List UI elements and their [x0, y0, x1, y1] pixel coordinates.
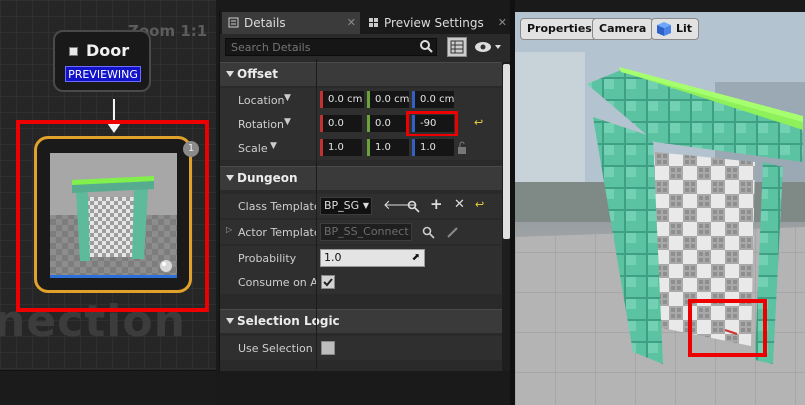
actor-template-value: BP_SS_Connect	[324, 225, 409, 238]
details-icon	[228, 17, 239, 28]
probability-row: Probability 1.0 ⬈	[220, 246, 502, 270]
lit-button[interactable]: Lit	[651, 18, 700, 40]
chevron-down-icon[interactable]: ▼	[284, 117, 291, 127]
add-icon[interactable]: +	[430, 195, 443, 213]
consume-label: Consume on Att	[238, 276, 316, 289]
probability-value: 1.0	[324, 251, 342, 264]
graph-bottom-bar	[0, 370, 216, 405]
rotation-x-field[interactable]: 0.0	[320, 115, 362, 132]
tab-details-label: Details	[244, 16, 286, 30]
rotation-y-field[interactable]: 0.0	[367, 115, 409, 132]
location-y-field[interactable]: 0.0 cm	[367, 91, 409, 108]
tab-preview-label: Preview Settings	[384, 16, 484, 30]
search-input[interactable]	[225, 38, 437, 56]
scale-label: Scale	[238, 142, 268, 155]
collapse-arrow-icon	[226, 318, 234, 324]
camera-button[interactable]: Camera	[592, 18, 654, 40]
use-selection-row: Use Selection L	[220, 336, 502, 360]
lit-label: Lit	[676, 22, 693, 35]
previewing-badge: PREVIEWING	[65, 66, 141, 82]
collapse-arrow-icon	[226, 175, 234, 181]
dungeon-title: Dungeon	[237, 171, 298, 185]
class-template-combo[interactable]: BP_SG ▼	[320, 197, 372, 215]
actor-template-label: Actor Template	[238, 226, 316, 239]
tab-bar: Details ✕ Preview Settings ✕	[220, 10, 511, 34]
chevron-down-icon[interactable]: ▼	[270, 141, 277, 151]
class-template-value: BP_SG	[324, 199, 360, 212]
class-template-row: Class Template BP_SG ▼ 🡐 + ✕ ↩	[220, 194, 502, 218]
consume-checkbox[interactable]	[321, 275, 335, 289]
door-node[interactable]: Door PREVIEWING	[53, 30, 151, 92]
selection-logic-title: Selection Logic	[237, 314, 340, 328]
browse-search-icon[interactable]	[407, 200, 420, 213]
rotation-row: Rotation ▼ 0.0 0.0 -90 ↩	[220, 112, 502, 136]
consume-row: Consume on Att	[220, 270, 502, 294]
location-label: Location	[238, 94, 285, 107]
scrollbar-thumb[interactable]	[503, 64, 510, 239]
door-node-title: Door	[86, 41, 130, 60]
lit-cube-icon	[657, 22, 671, 36]
lock-icon[interactable]	[457, 141, 467, 155]
actor-template-combo[interactable]: BP_SS_Connect	[320, 223, 412, 241]
property-matrix-button[interactable]	[447, 37, 467, 57]
scale-x-field[interactable]: 1.0	[320, 139, 362, 156]
details-panel: Details ✕ Preview Settings ✕ Offset Loca…	[219, 10, 511, 371]
location-row: Location ▼ 0.0 cm 0.0 cm 0.0 cm	[220, 88, 502, 112]
probability-label: Probability	[238, 252, 297, 265]
category-selection-logic[interactable]: Selection Logic	[220, 309, 502, 333]
picker-icon[interactable]	[446, 226, 459, 239]
probability-field[interactable]: 1.0 ⬈	[320, 249, 425, 267]
clear-icon[interactable]: ✕	[454, 197, 465, 212]
scale-y-field[interactable]: 1.0	[367, 139, 409, 156]
column-divider[interactable]	[316, 59, 317, 369]
highlight-box-rotation	[406, 111, 458, 137]
reset-arrow-icon[interactable]: ↩	[475, 198, 484, 211]
expand-arrow-icon[interactable]: ▷	[226, 225, 232, 234]
search-row	[220, 36, 511, 62]
offset-title: Offset	[237, 67, 278, 81]
use-selection-label: Use Selection L	[238, 342, 316, 355]
browse-search-icon[interactable]	[422, 226, 435, 239]
eye-icon[interactable]	[473, 39, 503, 55]
node-square-icon	[69, 47, 78, 56]
grid-icon	[369, 18, 378, 27]
collapse-arrow-icon	[226, 71, 234, 77]
location-x-field[interactable]: 0.0 cm	[320, 91, 364, 108]
actor-template-row: ▷ Actor Template BP_SS_Connect	[220, 220, 502, 244]
check-icon	[323, 278, 333, 287]
class-template-label: Class Template	[238, 200, 316, 213]
table-icon	[450, 40, 464, 54]
tab-details[interactable]: Details ✕	[222, 12, 360, 34]
highlight-box-viewport	[688, 299, 767, 357]
scale-row: Scale ▼ 1.0 1.0 1.0	[220, 136, 502, 160]
tab-preview-settings[interactable]: Preview Settings ✕	[362, 12, 511, 34]
category-offset[interactable]: Offset	[220, 62, 502, 86]
rotation-label: Rotation	[238, 118, 285, 131]
resize-arrow-icon: ⬈	[411, 252, 420, 263]
properties-button[interactable]: Properties	[520, 18, 599, 40]
close-tab-icon[interactable]: ✕	[347, 12, 356, 34]
reset-arrow-icon[interactable]: ↩	[474, 116, 483, 129]
location-z-field[interactable]: 0.0 cm	[412, 91, 454, 108]
chevron-down-icon[interactable]: ▼	[284, 93, 291, 103]
graph-editor-panel[interactable]: Zoom 1:1 nection Door PREVIEWING 1	[0, 0, 216, 405]
preview-viewport[interactable]: Properties Camera Lit	[515, 12, 805, 405]
search-icon[interactable]	[419, 39, 433, 53]
use-selection-checkbox[interactable]	[321, 341, 335, 355]
category-dungeon[interactable]: Dungeon	[220, 166, 502, 190]
close-tab-icon[interactable]: ✕	[498, 12, 507, 34]
scale-z-field[interactable]: 1.0	[412, 139, 454, 156]
highlight-box-node	[16, 120, 209, 312]
